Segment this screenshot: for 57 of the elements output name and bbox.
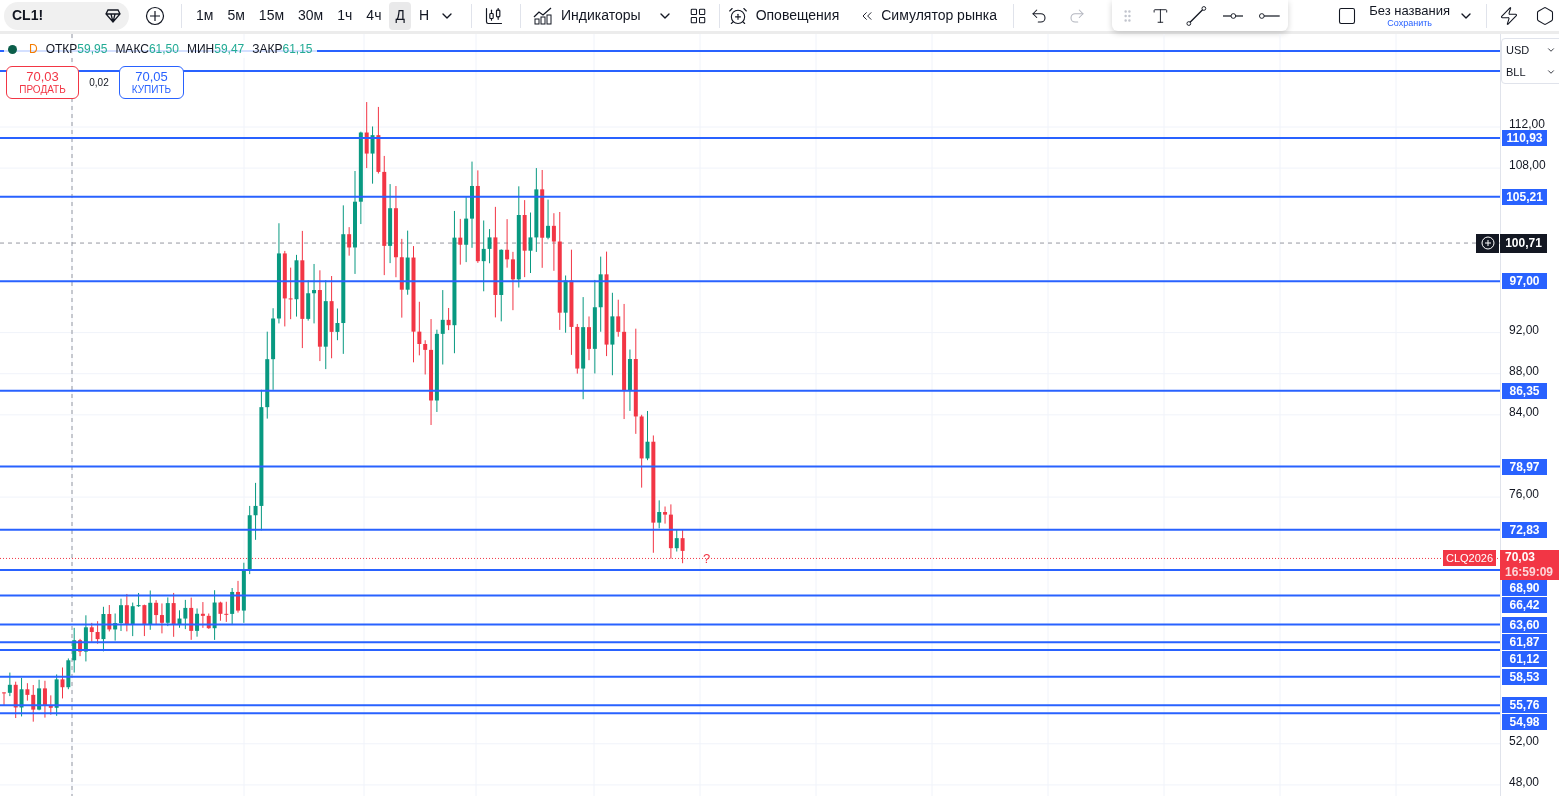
- horizontal-ray-icon[interactable]: [1222, 11, 1244, 20]
- symbol-price-tag: CLQ2026: [1443, 550, 1496, 567]
- replay-button[interactable]: Симулятор рынка: [859, 5, 997, 26]
- buy-button[interactable]: 70,05 КУПИТЬ: [119, 66, 184, 99]
- trend-line-icon[interactable]: [1185, 4, 1207, 27]
- ohlc-value: МАКС61,50: [115, 41, 179, 58]
- axis-tick-label: 92,00: [1509, 323, 1540, 336]
- interval-label: D: [28, 41, 39, 58]
- ohlc-value: ЗАКР61,15: [252, 41, 313, 58]
- interval-tab[interactable]: 30м: [292, 1, 330, 30]
- chevron-icon: [1546, 45, 1556, 55]
- indicators-button[interactable]: Индикаторы: [533, 5, 641, 26]
- ohlc-value: МИН59,47: [186, 41, 245, 58]
- horizontal-line-icon[interactable]: [1259, 11, 1280, 20]
- axis-tick-label: 52,00: [1509, 734, 1540, 747]
- price-level-label: 55,76: [1502, 697, 1547, 714]
- symbol-name: CL1!: [12, 6, 44, 25]
- interval-tab[interactable]: Н: [412, 1, 436, 30]
- axis-tick-label: 108,00: [1509, 159, 1546, 172]
- axis-tick-label: 88,00: [1509, 364, 1540, 377]
- last-price: 70,03: [1505, 550, 1537, 566]
- alarm-icon: [727, 5, 748, 26]
- ohlc-value: ОТКР59,95: [45, 41, 108, 58]
- diamond-icon[interactable]: [105, 8, 121, 23]
- layout-name-button[interactable]: Без названия Сохранить: [1369, 3, 1450, 28]
- square-icon[interactable]: [1337, 5, 1358, 26]
- layout-title: Без названия: [1369, 3, 1450, 17]
- axis-tick-label: 48,00: [1509, 775, 1540, 788]
- crosshair-add-button[interactable]: [1476, 233, 1499, 253]
- interval-tab[interactable]: 5м: [221, 1, 251, 30]
- candles-icon[interactable]: [484, 5, 505, 26]
- save-link[interactable]: Сохранить: [1387, 18, 1432, 28]
- layout-grid-icon[interactable]: [688, 6, 707, 25]
- interval-tab[interactable]: 1м: [190, 1, 220, 30]
- unit-select[interactable]: BLL: [1502, 61, 1559, 83]
- interval-tab[interactable]: Д: [389, 1, 411, 30]
- bar-countdown: 16:59:09: [1505, 565, 1555, 581]
- chevron-icon: [1546, 67, 1556, 77]
- sell-button[interactable]: 70,03 ПРОДАТЬ: [6, 66, 79, 99]
- price-level-label: 61,87: [1502, 634, 1547, 651]
- interval-tab[interactable]: 15м: [252, 1, 291, 30]
- interval-tab[interactable]: 1ч: [331, 1, 359, 30]
- undo-icon[interactable]: [1029, 6, 1048, 25]
- symbol-search[interactable]: CL1!: [4, 1, 129, 30]
- add-icon: [145, 5, 165, 26]
- price-level-label: 97,00: [1502, 273, 1547, 290]
- chart-marker: ?: [703, 550, 711, 569]
- spread-value: 0,02: [88, 76, 110, 90]
- alerts-button[interactable]: Оповещения: [727, 5, 840, 26]
- interval-tab[interactable]: 4ч: [360, 1, 388, 30]
- add-icon: [1480, 236, 1495, 251]
- currency-select[interactable]: USD: [1502, 39, 1559, 61]
- price-level-label: 68,90: [1502, 580, 1547, 597]
- axis-tick-label: 76,00: [1509, 488, 1540, 501]
- axis-tick-label: 112,00: [1509, 118, 1545, 130]
- indicators-icon: [533, 6, 554, 25]
- axis-tick-label: 84,00: [1509, 405, 1540, 418]
